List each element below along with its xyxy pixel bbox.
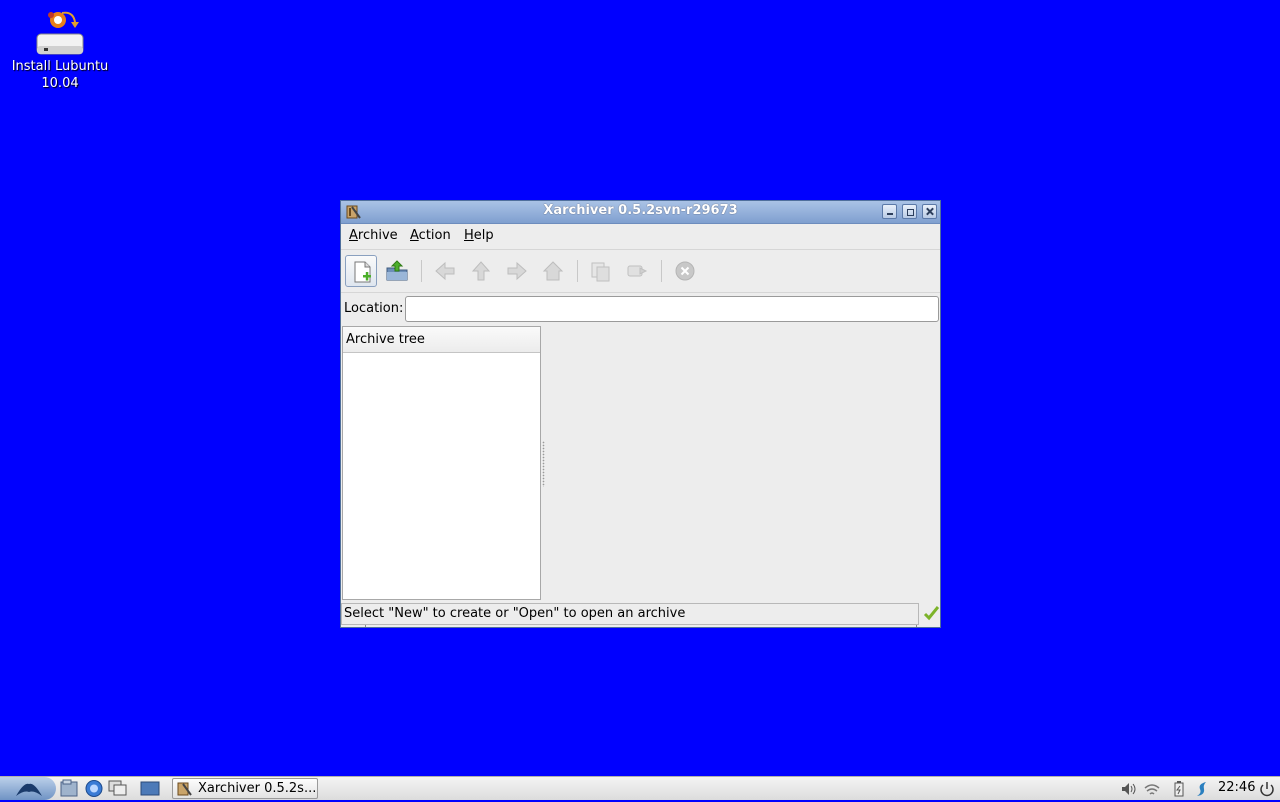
back-button[interactable] [429, 255, 461, 287]
add-files-button[interactable] [621, 255, 653, 287]
toolbar [341, 250, 940, 293]
archive-tree-panel[interactable]: Archive tree [342, 326, 541, 600]
desktop-icon-label-version: 10.04 [41, 76, 79, 91]
status-progress-track [365, 625, 917, 627]
new-archive-icon [354, 261, 371, 283]
back-icon [435, 261, 455, 281]
desktop-icon [140, 781, 160, 796]
menubar: Archive Action Help [341, 224, 940, 250]
new-archive-button[interactable] [345, 255, 377, 287]
taskbar: Xarchiver 0.5.2s... 22:46 [0, 776, 1280, 800]
battery-icon[interactable] [1170, 780, 1188, 798]
menu-help[interactable]: Help [464, 228, 494, 243]
minimize-button[interactable] [882, 204, 897, 219]
up-icon [471, 261, 491, 281]
stop-icon [675, 261, 695, 281]
open-archive-button[interactable] [381, 255, 413, 287]
menu-help-label: elp [473, 228, 494, 243]
lubuntu-logo-icon [16, 783, 42, 796]
file-manager-icon [60, 779, 78, 797]
up-button[interactable] [465, 255, 497, 287]
start-menu-button[interactable] [0, 777, 56, 800]
xarchiver-window: Xarchiver 0.5.2svn-r29673 Archive Action… [340, 200, 941, 628]
extract-button[interactable] [585, 255, 617, 287]
window-switcher-launcher[interactable] [108, 779, 128, 798]
web-browser-launcher[interactable] [84, 779, 104, 798]
taskbar-task-label: Xarchiver 0.5.2s... [198, 781, 317, 796]
toolbar-separator [421, 260, 422, 282]
forward-button[interactable] [501, 255, 533, 287]
menu-action-mnemonic: A [410, 228, 419, 243]
close-button[interactable] [922, 204, 937, 219]
menu-archive-mnemonic: A [349, 228, 358, 243]
location-bar: Location: [341, 293, 940, 325]
home-icon [542, 261, 564, 281]
windows-icon [108, 780, 127, 796]
add-files-icon [627, 265, 648, 277]
menu-archive[interactable]: Archive [349, 228, 398, 243]
power-icon[interactable] [1258, 780, 1276, 798]
location-input[interactable] [405, 296, 939, 322]
forward-icon [507, 261, 527, 281]
wifi-icon[interactable] [1143, 780, 1161, 798]
archive-content-area[interactable] [545, 326, 939, 600]
open-archive-icon [386, 260, 408, 281]
menu-action[interactable]: Action [410, 228, 451, 243]
checkmark-icon [923, 605, 940, 621]
maximize-button[interactable] [902, 204, 917, 219]
location-label: Location: [344, 301, 404, 316]
status-bar: Select "New" to create or "Open" to open… [341, 603, 919, 625]
window-title: Xarchiver 0.5.2svn-r29673 [543, 203, 738, 218]
xarchiver-task-icon [177, 781, 193, 797]
window-titlebar[interactable]: Xarchiver 0.5.2svn-r29673 [341, 201, 940, 224]
volume-icon[interactable] [1120, 780, 1138, 798]
home-button[interactable] [537, 255, 569, 287]
stop-button[interactable] [669, 255, 701, 287]
archive-tree-header[interactable]: Archive tree [343, 327, 540, 353]
file-manager-launcher[interactable] [60, 779, 80, 798]
update-notifier-icon[interactable] [1194, 780, 1212, 798]
desktop-icon-label: Install Lubuntu [11, 59, 109, 74]
show-desktop-button[interactable] [140, 779, 160, 798]
browser-icon [85, 780, 103, 797]
toolbar-separator [661, 260, 662, 282]
desktop-icon-install-lubuntu[interactable]: Install Lubuntu 10.04 [8, 8, 112, 92]
menu-help-mnemonic: H [464, 228, 474, 243]
menu-action-label: ction [418, 228, 451, 243]
clock[interactable]: 22:46 [1218, 780, 1255, 795]
taskbar-task-xarchiver[interactable]: Xarchiver 0.5.2s... [172, 778, 318, 799]
extract-icon [591, 262, 610, 282]
menu-archive-label: rchive [357, 228, 398, 243]
install-lubuntu-icon [32, 8, 88, 58]
toolbar-separator [577, 260, 578, 282]
